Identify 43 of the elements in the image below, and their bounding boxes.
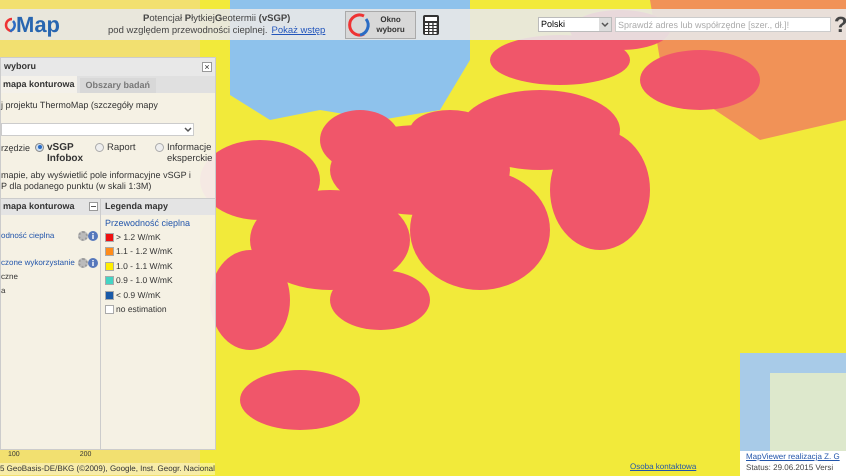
close-button[interactable]: ×	[202, 62, 212, 72]
panel-title: wyboru	[4, 60, 36, 74]
legend-label: > 1.2 W/mK	[116, 230, 161, 244]
radio-option[interactable]: Informacje eksperckie	[155, 142, 215, 164]
status-text: Status: 29.06.2015 Versi	[746, 462, 834, 473]
legend-label: 0.9 - 1.0 W/mK	[116, 274, 173, 288]
radio-option[interactable]: Raport	[95, 142, 155, 152]
legend-label: < 0.9 W/mK	[116, 288, 161, 302]
collapse-icon[interactable]	[89, 202, 98, 211]
selection-window-button[interactable]: Okno wyboru	[345, 10, 416, 38]
legend-label: 1.0 - 1.1 W/mK	[116, 260, 173, 273]
description-text: j projektu ThermoMap (szczegóły mapy	[1, 99, 159, 112]
logo-text: Map	[16, 14, 60, 36]
layer-item[interactable]: odność cieplna	[1, 230, 54, 242]
chevron-down-icon	[599, 18, 611, 31]
intro-link[interactable]: Pokaż wstęp	[271, 24, 326, 36]
refresh-icon	[348, 12, 372, 36]
gear-icon[interactable]	[78, 258, 88, 268]
help-icon[interactable]: ?	[834, 14, 846, 36]
layer-item[interactable]: a	[1, 284, 6, 296]
contact-link[interactable]: Osoba kontaktowa	[630, 461, 696, 473]
legend-label: no estimation	[116, 303, 167, 316]
layer-item[interactable]: czne	[1, 270, 18, 282]
mapviewer-link[interactable]: MapViewer realizacja Z. G	[746, 451, 846, 462]
hint-text: mapie, aby wyświetlić pole informacyjne vSGP i P dla podanego punktu (w skali 1:3M)	[1, 170, 191, 192]
tab[interactable]: mapa konturowa	[1, 76, 77, 93]
calculator-icon[interactable]	[423, 14, 440, 34]
layers-title: mapa konturowa	[3, 200, 75, 213]
tool-label: rzędzie	[1, 142, 32, 155]
refresh-logo-icon	[2, 16, 16, 32]
app-title: Potencjał PłytkiejGeotermii (vSGP)	[143, 12, 290, 24]
layer-item[interactable]: czone wykorzystanie	[1, 256, 75, 268]
legend-title: Legenda mapy	[105, 200, 168, 213]
language-select[interactable]: Polski	[538, 17, 612, 32]
info-icon[interactable]	[88, 230, 98, 240]
app-subtitle: pod względem przewodności cieplnej.	[108, 24, 268, 36]
gear-icon[interactable]	[78, 230, 88, 240]
attribution-text: 5 GeoBasis-DE/BKG (©2009), Google, Inst. Geogr. Nacional	[0, 463, 215, 475]
search-field[interactable]: Sprawdź adres lub współrzędne [szer., dł.]!	[615, 17, 831, 32]
legend-subtitle: Przewodność cieplna	[104, 216, 192, 230]
info-icon[interactable]	[88, 258, 98, 268]
radio-option[interactable]: vSGP Infobox	[35, 142, 95, 164]
legend-label: 1.1 - 1.2 W/mK	[116, 245, 173, 258]
